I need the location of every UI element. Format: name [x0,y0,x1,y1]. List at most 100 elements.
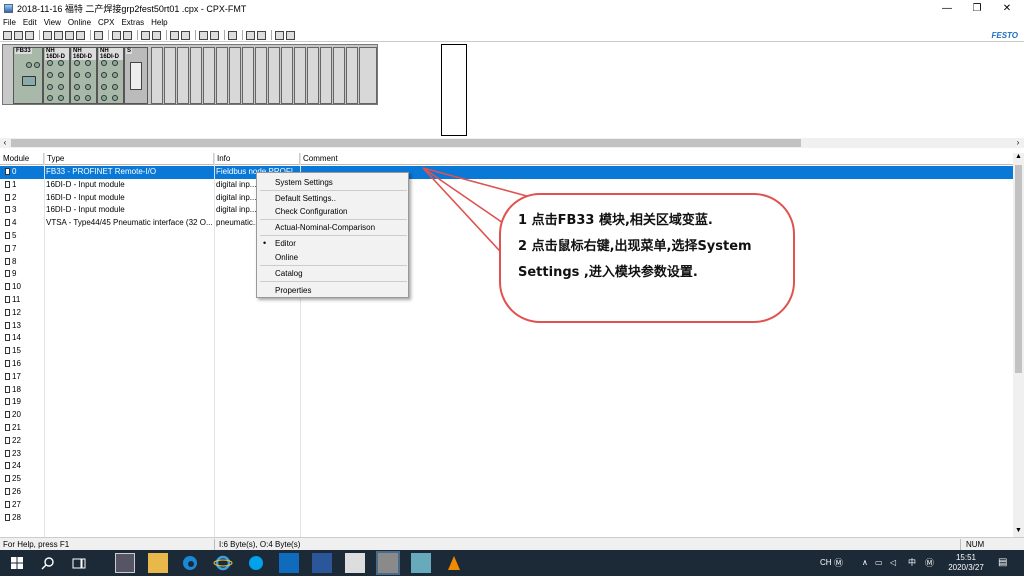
preview-icon[interactable] [228,30,237,40]
catalog-icon[interactable] [210,30,219,40]
table-row[interactable]: 12 [0,307,1013,320]
table-row[interactable]: 0FB33 - PROFINET Remote-I/OFieldbus node… [0,166,1013,179]
valve-slot[interactable] [177,47,189,104]
scroll-up-icon[interactable]: ▲ [1013,153,1024,160]
clock[interactable]: 15:51 2020/3/27 [946,553,986,573]
word-icon[interactable] [312,553,332,573]
module-16di-3[interactable]: NH 16DI-D [97,47,124,104]
app-taskbar-icon[interactable] [411,553,431,573]
table-row[interactable]: 19 [0,396,1013,409]
internet-explorer-icon[interactable] [213,553,233,573]
module-icon[interactable] [112,30,121,40]
table-row[interactable]: 21 [0,422,1013,435]
task-view-icon[interactable] [69,553,89,573]
table-row[interactable]: 25 [0,473,1013,486]
cpx-fmt-taskbar-icon[interactable] [376,551,400,575]
show-hidden-icons-icon[interactable]: ∧ [862,550,868,576]
menu-item-catalog[interactable]: Catalog [275,269,303,278]
table-row[interactable]: 1 16DI-D - Input module digital inp... [0,179,1013,192]
paste-icon[interactable] [76,30,85,40]
offline-icon[interactable] [152,30,161,40]
module-vtsa-interface[interactable]: S [124,47,148,104]
properties-icon[interactable] [94,30,103,40]
menu-file[interactable]: File [3,18,16,27]
table-row[interactable]: 5 [0,230,1013,243]
table-row[interactable]: 10 [0,281,1013,294]
table-row[interactable]: 23 [0,448,1013,461]
network-icon[interactable]: ▭ [875,550,883,576]
context-help-icon[interactable] [275,30,284,40]
column-comment[interactable]: Comment [300,153,500,165]
table-row[interactable]: 3 16DI-D - Input module digital inp... [0,204,1013,217]
menu-extras[interactable]: Extras [121,18,144,27]
vlc-icon[interactable] [444,553,464,573]
windows-start-icon[interactable] [7,553,27,573]
search-icon[interactable] [38,553,58,573]
ime-mode-icon[interactable]: Ⓜ [925,550,934,576]
file-explorer-icon[interactable] [148,553,168,573]
minimize-button[interactable]: — [932,0,962,16]
valve-slot[interactable] [333,47,345,104]
delete-icon[interactable] [43,30,52,40]
copy-icon[interactable] [65,30,74,40]
vertical-scrollbar[interactable]: ▲ ▼ [1013,153,1024,537]
outlook-icon[interactable] [279,553,299,573]
valve-slot[interactable] [320,47,332,104]
module-16di-1[interactable]: NH 16DI-D [43,47,70,104]
valve-slot[interactable] [190,47,202,104]
scroll-left-icon[interactable]: ‹ [0,138,10,147]
empty-module-slot[interactable] [441,44,467,136]
table-row[interactable]: 17 [0,371,1013,384]
menu-item-actual-nominal-comparison[interactable]: Actual-Nominal-Comparison [275,223,375,232]
table-row[interactable]: 9 [0,268,1013,281]
menu-online[interactable]: Online [68,18,91,27]
cpx-terminal[interactable]: FB33 NH 16DI-D NH 16DI-D NH 16DI-D S [2,44,378,105]
table-row[interactable]: 28 [0,512,1013,525]
open-folder-icon[interactable] [14,30,23,40]
menu-help[interactable]: Help [151,18,167,27]
document-app-icon[interactable] [345,553,365,573]
menu-item-check-configuration[interactable]: Check Configuration [275,207,347,216]
horizontal-scrollbar[interactable]: ‹ › [0,138,1024,148]
notification-center-icon[interactable]: ▤ [998,550,1007,576]
valve-slot[interactable] [229,47,241,104]
print-preview-icon[interactable] [257,30,266,40]
close-button[interactable]: ✕ [992,0,1022,16]
column-type[interactable]: Type [44,153,214,165]
valve-slot[interactable] [268,47,280,104]
valve-slot[interactable] [242,47,254,104]
menu-item-properties[interactable]: Properties [275,286,311,295]
menu-item-online[interactable]: Online [275,253,298,262]
search-icon[interactable] [181,30,190,40]
table-row[interactable]: 22 [0,435,1013,448]
network-icon[interactable] [123,30,132,40]
table-row[interactable]: 26 [0,486,1013,499]
scroll-down-icon[interactable]: ▼ [1013,527,1024,534]
maximize-button[interactable]: ❐ [962,0,992,16]
valve-slot[interactable] [216,47,228,104]
menu-view[interactable]: View [44,18,61,27]
scroll-thumb[interactable] [1015,165,1022,373]
table-row[interactable]: 7 [0,243,1013,256]
online-icon[interactable] [141,30,150,40]
table-row[interactable]: 20 [0,409,1013,422]
new-file-icon[interactable] [3,30,12,40]
skype-icon[interactable] [246,553,266,573]
save-icon[interactable] [25,30,34,40]
cut-icon[interactable] [54,30,63,40]
module-fb33[interactable]: FB33 [13,47,43,104]
menu-edit[interactable]: Edit [23,18,37,27]
ime-mode-icon[interactable]: Ⓜ [834,550,843,576]
column-info[interactable]: Info [214,153,300,165]
menu-cpx[interactable]: CPX [98,18,114,27]
table-row[interactable]: 15 [0,345,1013,358]
column-module[interactable]: Module [0,153,44,165]
menu-item-default-settings[interactable]: Default Settings.. [275,194,336,203]
table-row[interactable]: 16 [0,358,1013,371]
table-row[interactable]: 2 16DI-D - Input module digital inp... [0,192,1013,205]
edge-browser-icon[interactable] [180,553,200,573]
valve-slot[interactable] [151,47,163,104]
menu-item-editor[interactable]: Editor [275,239,296,248]
table-row[interactable]: 4 VTSA - Type44/45 Pneumatic interface (3… [0,217,1013,230]
valve-slot[interactable] [164,47,176,104]
